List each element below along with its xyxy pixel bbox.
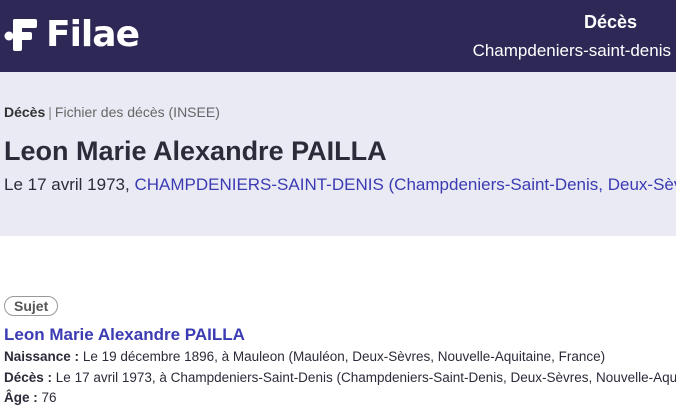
age-row: Âge : 76 bbox=[4, 390, 57, 405]
death-row: Décès : Le 17 avril 1973, à Champdeniers… bbox=[4, 370, 676, 385]
birth-label: Naissance : bbox=[4, 349, 80, 364]
death-place-link[interactable]: CHAMPDENIERS-SAINT-DENIS (Champdeniers-S… bbox=[134, 175, 676, 194]
subject-badge: Sujet bbox=[4, 296, 59, 316]
subject-name-link[interactable]: Leon Marie Alexandre PAILLA bbox=[4, 325, 245, 345]
filae-logo[interactable]: Filae bbox=[4, 12, 140, 58]
death-label: Décès : bbox=[4, 370, 53, 385]
breadcrumb: Décès | Fichier des décès (INSEE) bbox=[4, 104, 220, 120]
death-summary: Le 17 avril 1973, CHAMPDENIERS-SAINT-DEN… bbox=[4, 175, 676, 195]
subject-section: Sujet Leon Marie Alexandre PAILLA Naissa… bbox=[0, 236, 676, 410]
header-place: Champdeniers-saint-denis bbox=[472, 40, 671, 60]
birth-value: Le 19 décembre 1896, à Mauleon (Mauléon,… bbox=[82, 349, 606, 364]
header-info: Décès Champdeniers-saint-denis bbox=[473, 0, 671, 72]
breadcrumb-parent[interactable]: Fichier des décès (INSEE) bbox=[55, 104, 220, 120]
filae-logo-icon bbox=[4, 19, 37, 51]
age-value: 76 bbox=[41, 390, 57, 405]
record-banner: Décès | Fichier des décès (INSEE) Leon Mar… bbox=[0, 72, 676, 236]
site-header: Filae Décès Champdeniers-saint-denis bbox=[0, 0, 676, 72]
age-label: Âge : bbox=[4, 390, 38, 405]
death-date: Le 17 avril 1973, bbox=[4, 175, 130, 194]
death-value: Le 17 avril 1973, à Champdeniers-Saint-D… bbox=[55, 370, 676, 385]
header-title: Décès bbox=[583, 11, 637, 32]
breadcrumb-current[interactable]: Décès bbox=[4, 104, 45, 120]
breadcrumb-separator: | bbox=[48, 104, 52, 120]
birth-row: Naissance : Le 19 décembre 1896, à Maule… bbox=[4, 349, 605, 364]
logo-text: Filae bbox=[46, 14, 140, 55]
page-title: Leon Marie Alexandre PAILLA bbox=[4, 136, 387, 166]
